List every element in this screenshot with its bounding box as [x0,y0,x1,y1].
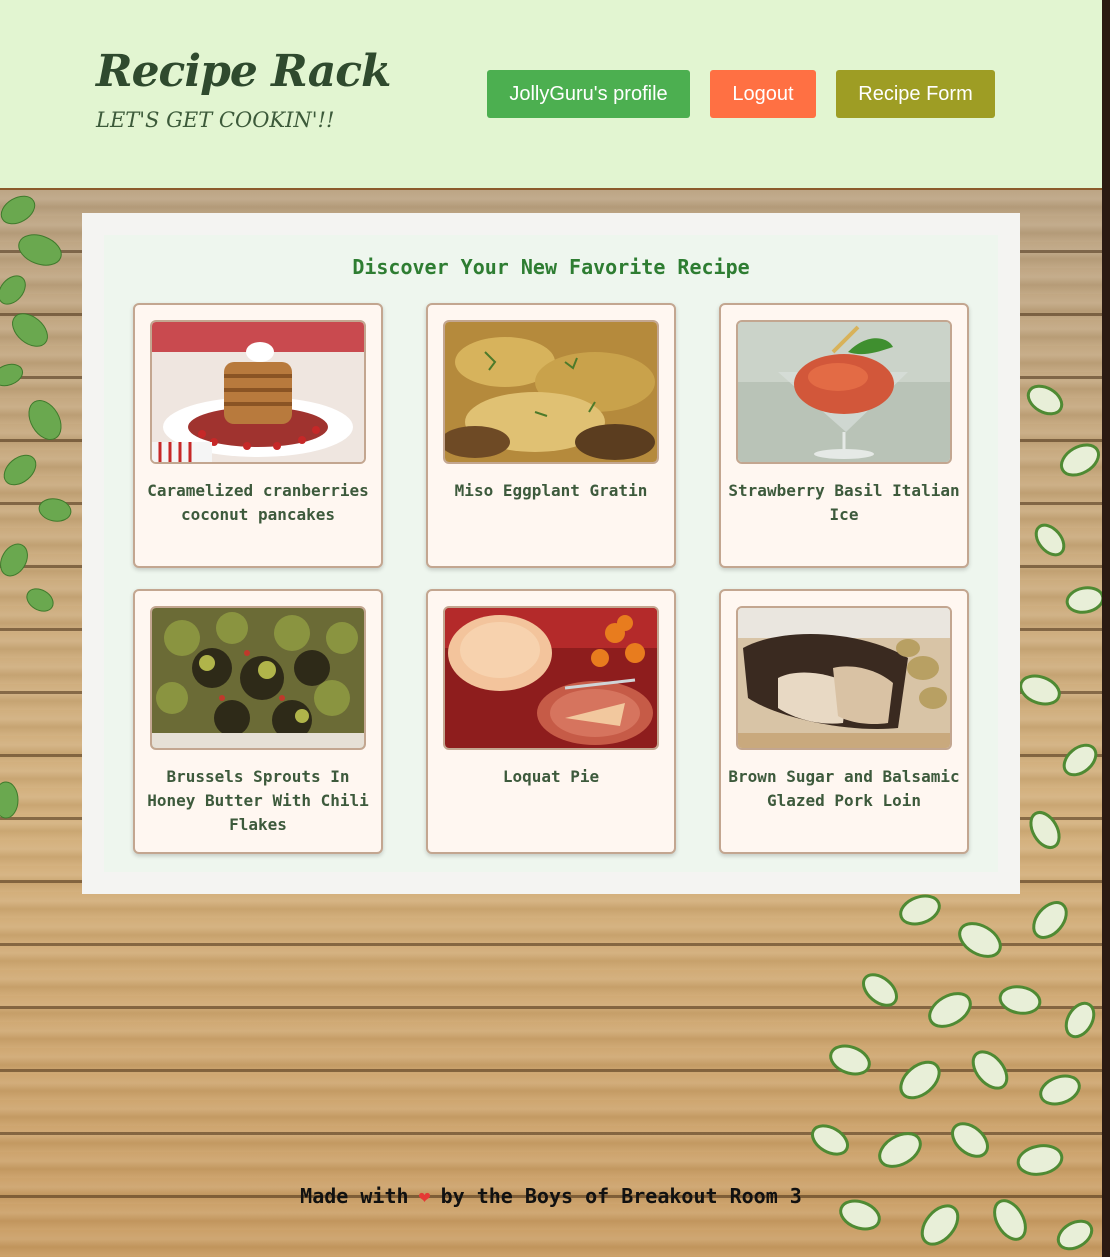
section-title: Discover Your New Favorite Recipe [352,255,750,279]
recipe-name[interactable]: Caramelized cranberries coconut pancakes [141,479,375,527]
site-logo[interactable]: Recipe Rack [96,46,392,97]
recipe-name[interactable]: Brussels Sprouts In Honey Butter With Ch… [141,765,375,837]
recipe-card[interactable]: Caramelized cranberries coconut pancakes [133,303,383,568]
recipe-card[interactable]: Brown Sugar and Balsamic Glazed Pork Loi… [719,589,969,854]
recipe-card[interactable]: Brussels Sprouts In Honey Butter With Ch… [133,589,383,854]
brussels-sprouts-photo[interactable] [150,606,366,750]
profile-button[interactable]: JollyGuru's profile [487,70,690,118]
footer-text-start: Made with [300,1184,409,1208]
gratin-photo[interactable] [443,320,659,464]
logout-button[interactable]: Logout [710,70,816,118]
heart-icon: ❤ [418,1184,431,1208]
site-header: Recipe Rack LET'S GET COOKIN'!! JollyGur… [0,0,1102,190]
recipe-card[interactable]: Miso Eggplant Gratin [426,303,676,568]
recipe-name[interactable]: Miso Eggplant Gratin [434,479,668,503]
site-footer: Made with ❤ by the Boys of Breakout Room 3 [0,1184,1102,1208]
pork-loin-photo[interactable] [736,606,952,750]
recipe-name[interactable]: Brown Sugar and Balsamic Glazed Pork Loi… [727,765,961,813]
site-tagline: LET'S GET COOKIN'!! [96,108,335,132]
pancakes-photo[interactable] [150,320,366,464]
recipe-card[interactable]: Loquat Pie [426,589,676,854]
recipe-form-button[interactable]: Recipe Form [836,70,995,118]
brand[interactable]: Recipe Rack LET'S GET COOKIN'!! [96,46,396,146]
recipes-panel: Discover Your New Favorite Recipe Carame… [82,213,1020,894]
recipe-name[interactable]: Loquat Pie [434,765,668,789]
recipe-card[interactable]: Strawberry Basil Italian Ice [719,303,969,568]
recipe-name[interactable]: Strawberry Basil Italian Ice [727,479,961,527]
italian-ice-photo[interactable] [736,320,952,464]
window-edge [1102,0,1110,1257]
footer-text-end: by the Boys of Breakout Room 3 [440,1184,802,1208]
pie-photo[interactable] [443,606,659,750]
